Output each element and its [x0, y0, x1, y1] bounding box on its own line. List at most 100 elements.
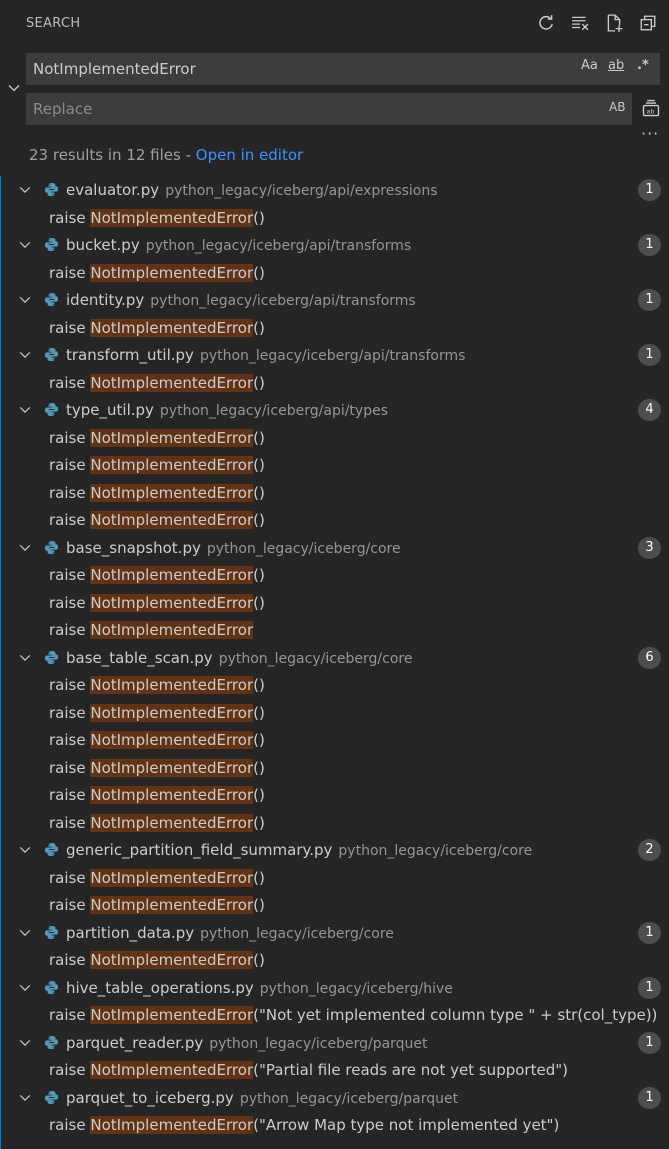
match-row[interactable]: raise NotImplementedError()	[1, 946, 669, 974]
match-text: raise NotImplementedError("Arrow Map typ…	[49, 1116, 559, 1134]
preserve-case-toggle[interactable]: AB	[609, 100, 625, 114]
match-highlight: NotImplementedError	[90, 813, 254, 832]
match-highlight: NotImplementedError	[90, 373, 254, 392]
match-suffix: ()	[253, 758, 265, 777]
match-suffix: ()	[253, 566, 265, 584]
match-row[interactable]: raise NotImplementedError()	[1, 479, 669, 507]
match-row[interactable]: raise NotImplementedError()	[1, 204, 669, 232]
match-highlight: NotImplementedError	[90, 318, 254, 337]
python-file-icon	[44, 1090, 59, 1105]
file-path: python_legacy/iceberg/api/transforms	[145, 238, 412, 254]
match-count-badge: 1	[638, 289, 661, 311]
match-prefix: raise	[49, 511, 91, 529]
match-row[interactable]: raise NotImplementedError()	[1, 809, 669, 837]
file-row[interactable]: identity.py python_legacy/iceberg/api/tra…	[1, 286, 669, 314]
chevron-down-icon[interactable]	[18, 925, 32, 939]
match-highlight: NotImplementedError	[90, 731, 254, 749]
collapse-all-icon[interactable]	[637, 12, 659, 34]
chevron-down-icon[interactable]	[18, 347, 32, 361]
match-row[interactable]: raise NotImplementedError()	[1, 259, 669, 287]
file-row[interactable]: type_util.py python_legacy/iceberg/api/ty…	[1, 396, 669, 424]
clear-results-icon[interactable]	[569, 12, 591, 34]
file-row[interactable]: transform_util.py python_legacy/iceberg/a…	[1, 341, 669, 369]
match-count-badge: 1	[638, 344, 661, 366]
match-text: raise NotImplementedError()	[49, 896, 265, 914]
file-name: transform_util.py	[66, 346, 194, 364]
match-suffix: ()	[253, 703, 265, 722]
file-row[interactable]: evaluator.py python_legacy/iceberg/api/ex…	[1, 176, 669, 204]
replace-input[interactable]: Replace AB	[26, 93, 632, 125]
file-row[interactable]: base_snapshot.py python_legacy/iceberg/co…	[1, 534, 669, 562]
match-row[interactable]: raise NotImplementedError()	[1, 506, 669, 534]
match-row[interactable]: raise NotImplementedError()	[1, 561, 669, 589]
toggle-replace-chevron-icon[interactable]	[6, 80, 22, 96]
match-row[interactable]: raise NotImplementedError()	[1, 424, 669, 452]
match-row[interactable]: raise NotImplementedError()	[1, 754, 669, 782]
use-regex-toggle[interactable]: .*	[637, 58, 649, 73]
refresh-icon[interactable]	[535, 12, 557, 34]
match-count-badge: 1	[638, 179, 661, 201]
chevron-down-icon[interactable]	[18, 650, 32, 664]
chevron-down-icon[interactable]	[18, 1090, 32, 1104]
match-row[interactable]: raise NotImplementedError()	[1, 699, 669, 727]
match-highlight: NotImplementedError	[90, 483, 254, 502]
file-row[interactable]: generic_partition_field_summary.py python…	[1, 836, 669, 864]
search-input[interactable]: NotImplementedError Aa ab .*	[26, 53, 660, 85]
match-prefix: raise	[49, 786, 91, 804]
match-highlight: NotImplementedError	[90, 511, 254, 529]
match-row[interactable]: raise NotImplementedError()	[1, 369, 669, 397]
chevron-down-icon[interactable]	[18, 237, 32, 251]
file-row[interactable]: parquet_to_iceberg.py python_legacy/icebe…	[1, 1084, 669, 1112]
file-row[interactable]: partition_data.py python_legacy/iceberg/c…	[1, 919, 669, 947]
match-text: raise NotImplementedError()	[49, 566, 265, 584]
match-row[interactable]: raise NotImplementedError	[1, 616, 669, 644]
match-row[interactable]: raise NotImplementedError()	[1, 314, 669, 342]
chevron-down-icon[interactable]	[18, 1035, 32, 1049]
chevron-down-icon[interactable]	[18, 182, 32, 196]
new-search-editor-icon[interactable]	[603, 12, 625, 34]
match-row[interactable]: raise NotImplementedError()	[1, 864, 669, 892]
file-path: python_legacy/iceberg/core	[338, 843, 533, 859]
match-row[interactable]: raise NotImplementedError()	[1, 451, 669, 479]
match-row[interactable]: raise NotImplementedError()	[1, 726, 669, 754]
match-text: raise NotImplementedError("Partial file …	[49, 1061, 568, 1079]
chevron-down-icon[interactable]	[18, 402, 32, 416]
match-suffix: ()	[253, 263, 265, 282]
chevron-down-icon[interactable]	[18, 842, 32, 856]
chevron-down-icon[interactable]	[18, 292, 32, 306]
match-count-badge: 1	[638, 976, 661, 999]
file-name: bucket.py	[66, 236, 140, 254]
match-row[interactable]: raise NotImplementedError()	[1, 781, 669, 809]
match-highlight: NotImplementedError	[90, 703, 254, 722]
match-text: raise NotImplementedError()	[49, 868, 265, 887]
more-options-icon[interactable]: ···	[641, 124, 659, 143]
file-name: evaluator.py	[66, 181, 160, 199]
match-highlight: NotImplementedError	[90, 456, 254, 474]
match-suffix: ()	[253, 593, 265, 612]
match-row[interactable]: raise NotImplementedError("Partial file …	[1, 1056, 669, 1084]
file-row[interactable]: bucket.py python_legacy/iceberg/api/trans…	[1, 231, 669, 259]
match-row[interactable]: raise NotImplementedError()	[1, 671, 669, 699]
file-path: python_legacy/iceberg/api/transforms	[199, 348, 466, 364]
replace-all-icon[interactable]: ab	[641, 98, 661, 118]
file-row[interactable]: base_table_scan.py python_legacy/iceberg/…	[1, 644, 669, 672]
match-whole-word-toggle[interactable]: ab	[608, 58, 624, 73]
open-in-editor-link[interactable]: Open in editor	[196, 146, 303, 164]
file-row[interactable]: hive_table_operations.py python_legacy/ic…	[1, 974, 669, 1002]
match-row[interactable]: raise NotImplementedError()	[1, 891, 669, 919]
view-title: SEARCH	[26, 16, 81, 31]
chevron-down-icon[interactable]	[18, 540, 32, 554]
match-count-badge: 1	[638, 234, 661, 256]
file-path: python_legacy/iceberg/api/transforms	[150, 293, 416, 309]
match-text: raise NotImplementedError()	[49, 483, 265, 502]
match-prefix: raise	[49, 896, 91, 914]
chevron-down-icon[interactable]	[18, 980, 32, 994]
match-row[interactable]: raise NotImplementedError("Not yet imple…	[1, 1001, 669, 1029]
match-row[interactable]: raise NotImplementedError()	[1, 589, 669, 617]
match-text: raise NotImplementedError()	[49, 731, 265, 749]
match-suffix: ("Not yet implemented column type " + st…	[253, 1006, 658, 1024]
match-prefix: raise	[49, 483, 91, 502]
match-case-toggle[interactable]: Aa	[581, 58, 598, 73]
match-row[interactable]: raise NotImplementedError("Arrow Map typ…	[1, 1111, 669, 1139]
file-row[interactable]: parquet_reader.py python_legacy/iceberg/p…	[1, 1029, 669, 1057]
